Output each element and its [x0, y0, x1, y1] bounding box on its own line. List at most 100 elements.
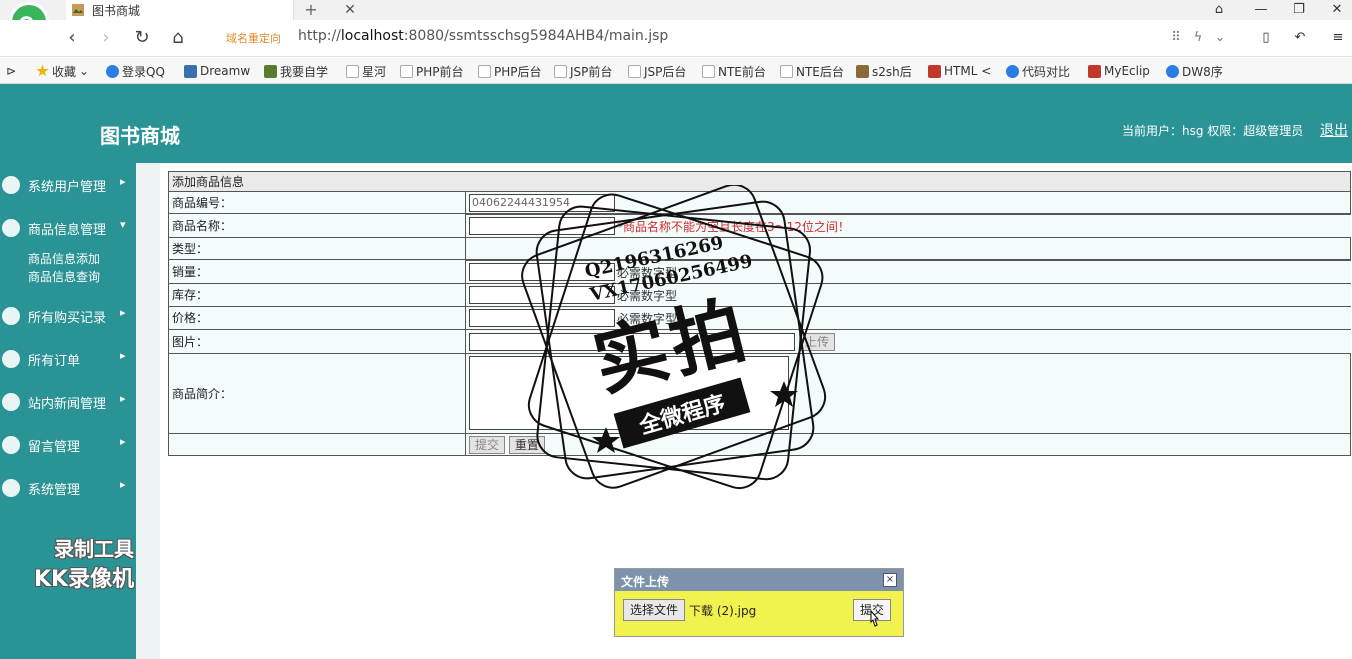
page-icon: [628, 64, 641, 78]
code-label: 商品编号：: [168, 191, 466, 214]
sidebar-item-messages[interactable]: 留言管理 ▸: [0, 430, 136, 460]
users-icon: [2, 219, 20, 237]
browser-tab[interactable]: 图书商城 ✕: [66, 0, 356, 20]
bookmark-item[interactable]: HTML <: [928, 62, 991, 80]
sidebar-subitem-query-product[interactable]: 商品信息查询: [28, 268, 100, 285]
forward-icon[interactable]: ›: [94, 26, 118, 50]
bookmark-label: JSP前台: [570, 64, 613, 79]
sidebar-item-news[interactable]: 站内新闻管理 ▸: [0, 387, 136, 417]
new-tab-icon[interactable]: +: [300, 0, 322, 20]
bookmark-item[interactable]: 代码对比: [1006, 62, 1070, 80]
bookmark-label: NTE前台: [718, 64, 766, 79]
bookmark-item[interactable]: 登录QQ: [106, 62, 165, 80]
bookmarks-toggle-icon[interactable]: ⊳: [6, 62, 16, 80]
url-field[interactable]: http://localhost:8080/ssmtsschsg5984AHB4…: [298, 28, 668, 44]
name-label: 商品名称：: [168, 213, 466, 238]
actions-label-cell: [168, 433, 466, 456]
form-caption: 添加商品信息: [168, 171, 1351, 192]
bookmark-label: 我要自学: [280, 64, 329, 79]
minimize-icon[interactable]: —: [1246, 0, 1276, 20]
undo-icon[interactable]: ↶: [1290, 28, 1310, 48]
add-product-form: 添加商品信息 商品编号： 04062244431954 商品名称： *商品名称不…: [168, 171, 1351, 456]
bookmark-item[interactable]: NTE后台: [780, 62, 844, 80]
sidebar-item-system[interactable]: 系统管理 ▸: [0, 473, 136, 503]
restore-icon[interactable]: ❐: [1284, 0, 1314, 20]
bookmark-item[interactable]: DW8序: [1166, 62, 1223, 80]
sidebar-item-label: 所有订单: [28, 354, 81, 369]
upload-dialog: 文件上传 × 选择文件 下载 (2).jpg 提交: [614, 568, 904, 637]
bookmark-item[interactable]: PHP后台: [478, 62, 542, 80]
reset-button[interactable]: 重置: [508, 435, 545, 454]
bookmark-item[interactable]: PHP前台: [400, 62, 464, 80]
chevron-down-icon[interactable]: ⌄: [1210, 28, 1230, 48]
bookmark-item[interactable]: 我要自学: [264, 62, 328, 80]
chevron-right-icon: ▸: [120, 478, 126, 491]
star-icon: [36, 64, 49, 77]
compare-icon: [1006, 64, 1019, 78]
bookmark-item[interactable]: 收藏 ⌄: [36, 62, 89, 80]
lightning-icon[interactable]: ϟ: [1188, 28, 1208, 48]
url-prefix: http://: [298, 28, 341, 44]
back-icon[interactable]: ‹: [60, 26, 84, 50]
sidebar-item-system-users[interactable]: 系统用户管理 ▸: [0, 170, 136, 200]
price-hint: 必需数字型: [617, 311, 678, 326]
sidebar-item-product-info[interactable]: 商品信息管理 ▾: [0, 213, 136, 243]
stock-field[interactable]: [469, 286, 615, 304]
bookmark-item[interactable]: NTE前台: [702, 62, 766, 80]
sidebar-item-orders[interactable]: 所有订单 ▸: [0, 344, 136, 374]
menu-icon[interactable]: ≡: [1328, 28, 1348, 48]
address-bar: ‹ › ↻ ⌂ 域名重定向 http://localhost:8080/ssmt…: [0, 20, 1352, 57]
chevron-right-icon: ▸: [120, 306, 126, 319]
url-host: localhost: [340, 28, 404, 44]
dreamweaver-icon: [184, 64, 197, 78]
description-textarea[interactable]: [469, 356, 789, 430]
bookmark-item[interactable]: 星河: [346, 62, 386, 80]
sidebar-item-label: 系统管理: [28, 483, 81, 498]
bookmark-item[interactable]: s2sh后: [856, 62, 912, 80]
pin-icon[interactable]: ⌂: [1204, 0, 1234, 20]
mouse-cursor-icon: [870, 609, 880, 627]
page-icon: [702, 64, 715, 78]
layers-icon: [2, 436, 20, 454]
bookmark-item[interactable]: JSP后台: [628, 62, 686, 80]
sales-field[interactable]: [469, 263, 615, 281]
sidebar-subitem-add-product[interactable]: 商品信息添加: [28, 250, 100, 267]
bookmark-item[interactable]: MyEclip: [1088, 62, 1150, 80]
sidebar-item-label: 系统用户管理: [28, 180, 107, 195]
page-icon: [478, 64, 491, 78]
image-path-field[interactable]: [469, 332, 795, 351]
app-header: 图书商城 当前用户：hsg 权限：超级管理员 退出: [0, 84, 1352, 163]
paw-icon: [1166, 64, 1179, 78]
bookmarks-bar: ⊳ 收藏 ⌄ 登录QQ Dreamw 我要自学 星河 PHP前台 PHP后台 J…: [0, 58, 1352, 84]
bookmark-item[interactable]: Dreamw: [184, 62, 250, 80]
price-field[interactable]: [469, 309, 615, 327]
sidebar-item-purchase-records[interactable]: 所有购买记录 ▸: [0, 301, 136, 331]
qq-icon: [106, 64, 119, 78]
close-window-icon[interactable]: ✕: [1322, 0, 1352, 20]
upload-button[interactable]: 上传: [799, 332, 836, 351]
bookmark-item[interactable]: JSP前台: [554, 62, 612, 80]
choose-file-button[interactable]: 选择文件: [623, 599, 686, 621]
code-field[interactable]: 04062244431954: [469, 193, 615, 212]
tab-close-icon[interactable]: ✕: [340, 0, 360, 20]
chevron-right-icon: ▸: [120, 392, 126, 405]
chart-icon: [2, 479, 20, 497]
tab-title: 图书商城: [92, 4, 141, 18]
stock-hint: 必需数字型: [617, 288, 678, 303]
price-label: 价格：: [168, 305, 466, 330]
page-icon: [400, 64, 413, 78]
home-icon[interactable]: ⌂: [166, 26, 190, 50]
refresh-icon[interactable]: ↻: [130, 26, 154, 50]
sidebar-item-label: 商品信息管理: [28, 223, 107, 238]
grid-icon[interactable]: ⠿: [1166, 28, 1186, 48]
record-icon: [2, 307, 20, 325]
close-icon[interactable]: ×: [883, 573, 897, 587]
stock-label: 库存：: [168, 282, 466, 307]
bookmark-label: HTML <: [944, 64, 992, 78]
logout-link[interactable]: 退出: [1320, 120, 1348, 140]
name-field[interactable]: [469, 217, 615, 235]
submit-button[interactable]: 提交: [469, 435, 506, 454]
reader-icon[interactable]: ▯: [1256, 28, 1276, 48]
bookmark-label: 星河: [362, 64, 387, 79]
sidebar-item-label: 站内新闻管理: [28, 397, 107, 412]
